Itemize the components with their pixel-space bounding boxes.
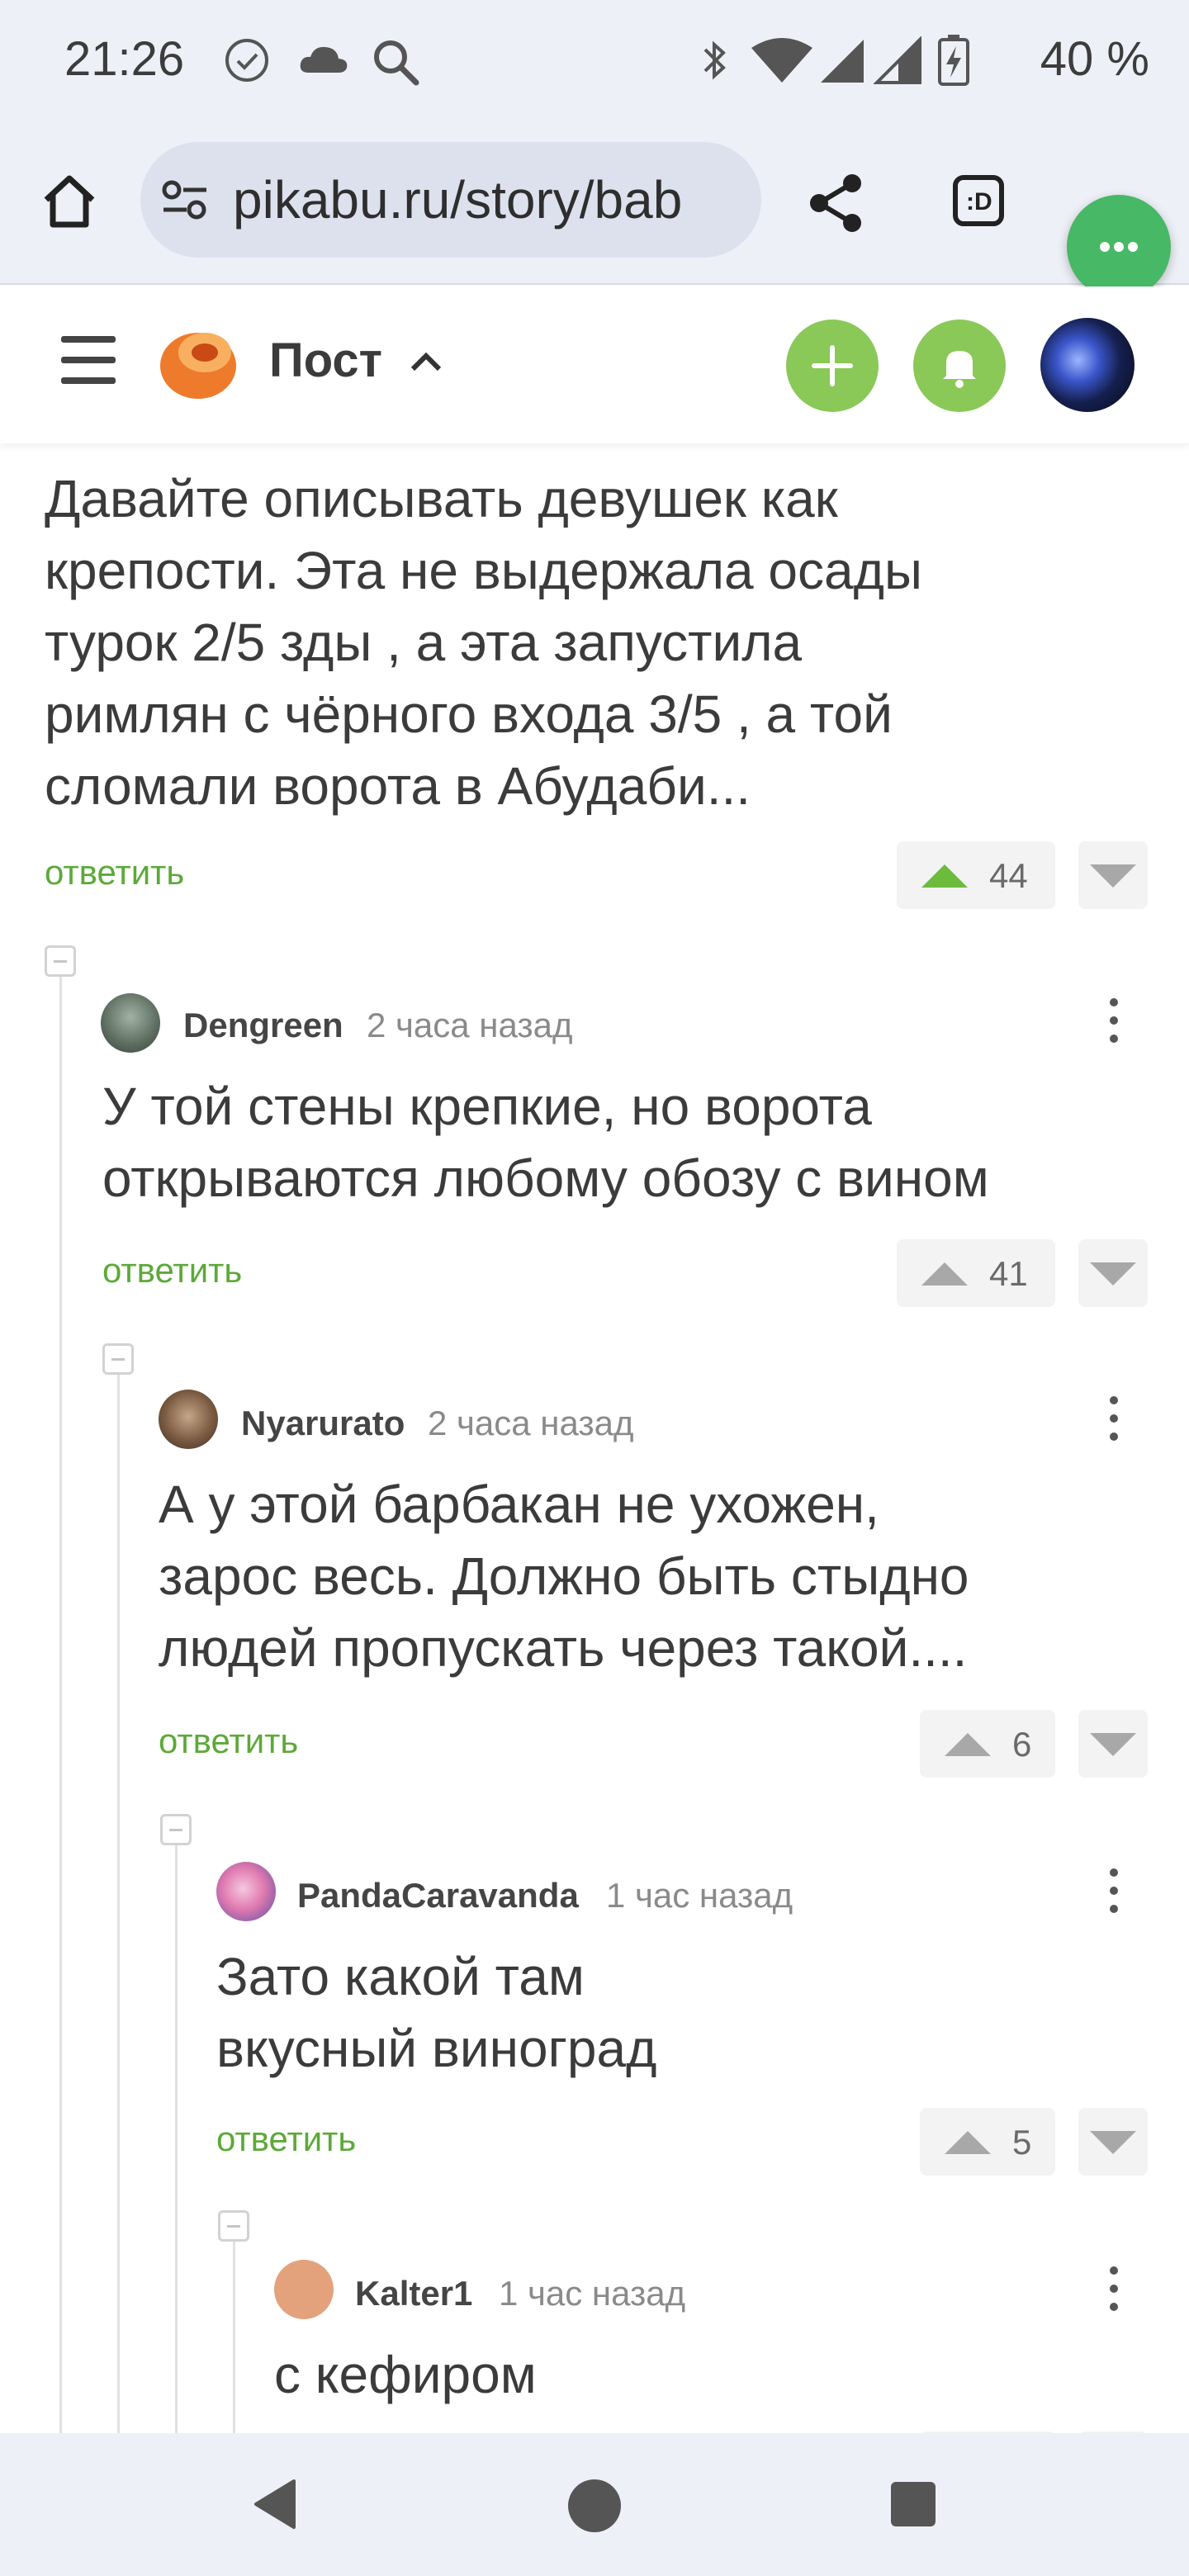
comment-menu-icon[interactable] (1110, 998, 1120, 1053)
arrow-up-icon (945, 2131, 991, 2154)
signal-icon (821, 40, 864, 83)
more-menu-icon[interactable] (1067, 195, 1171, 299)
reply-link[interactable]: ответить (102, 1251, 242, 1290)
battery-charging-icon (938, 35, 969, 86)
upvote-button[interactable]: 44 (897, 841, 1055, 909)
downvote-button[interactable] (1078, 2108, 1148, 2176)
signal-icon (874, 36, 921, 84)
check-circle-icon (225, 39, 268, 82)
collapse-thread-button[interactable] (45, 945, 76, 977)
comment-author[interactable]: Nyarurato (241, 1404, 405, 1443)
arrow-down-icon (1090, 864, 1136, 888)
upvote-button[interactable]: 41 (897, 1239, 1055, 1307)
add-post-button[interactable] (786, 320, 879, 412)
back-icon[interactable] (251, 2478, 299, 2531)
comment-menu-icon[interactable] (1110, 1396, 1120, 1451)
avatar[interactable] (216, 1862, 276, 1921)
post-title[interactable]: Пост (269, 333, 382, 388)
comment-author[interactable]: PandaCaravanda (297, 1876, 579, 1915)
comment-author[interactable]: Dengreen (183, 1006, 343, 1045)
url-text[interactable]: pikabu.ru/story/bab (233, 169, 682, 230)
bluetooth-icon (703, 40, 726, 80)
downvote-button[interactable] (1078, 1710, 1148, 1778)
site-settings-icon[interactable] (160, 177, 210, 223)
arrow-up-icon (921, 864, 968, 888)
recents-square-icon[interactable] (888, 2479, 938, 2529)
collapse-thread-button[interactable] (102, 1343, 134, 1375)
avatar[interactable] (274, 2260, 334, 2319)
upvote-button[interactable]: 6 (920, 1710, 1055, 1778)
thread-line (59, 964, 62, 2433)
arrow-up-icon (945, 1733, 991, 1756)
thread-line (117, 1360, 120, 2433)
comment-menu-icon[interactable] (1110, 1868, 1120, 1923)
svg-text::D: :D (966, 188, 992, 215)
avatar[interactable] (101, 993, 160, 1053)
user-avatar[interactable] (1040, 318, 1135, 412)
comment-menu-icon[interactable] (1110, 2266, 1120, 2321)
plus-icon (812, 345, 853, 386)
vote-count: 5 (1012, 2123, 1032, 2162)
site-header: Пост (0, 286, 1189, 443)
vote-count: 41 (989, 1254, 1028, 1293)
comments-area: Давайте описывать девушек как крепости. … (0, 443, 1189, 2433)
arrow-up-icon (921, 1262, 968, 1286)
browser-toolbar: pikabu.ru/story/bab :D (0, 124, 1189, 285)
cloud-icon (300, 46, 348, 73)
home-icon[interactable] (40, 172, 99, 231)
downvote-button[interactable] (1078, 841, 1148, 909)
wifi-icon (751, 38, 812, 83)
comment-text: У той стены крепкие, но ворота открывают… (102, 1077, 989, 1208)
avatar[interactable] (159, 1390, 218, 1449)
collapse-thread-button[interactable] (218, 2210, 249, 2242)
vote-count: 44 (989, 856, 1028, 895)
comment-text: Зато какой там вкусный виноград (216, 1947, 657, 2078)
pikabu-logo-icon[interactable] (157, 321, 243, 404)
reply-link[interactable]: ответить (159, 1721, 298, 1761)
hamburger-icon[interactable] (61, 334, 116, 386)
comment-author[interactable]: Kalter1 (355, 2274, 472, 2313)
home-circle-icon[interactable] (566, 2478, 623, 2534)
reply-link[interactable]: ответить (216, 2119, 356, 2159)
status-bar: 21:26 40 % (0, 0, 1189, 124)
bell-icon (943, 351, 976, 388)
url-bar[interactable]: pikabu.ru/story/bab (140, 142, 761, 258)
search-icon (374, 40, 419, 86)
arrow-down-icon (1090, 2131, 1136, 2154)
system-nav-bar (0, 2433, 1189, 2576)
reply-link[interactable]: ответить (45, 853, 184, 893)
collapse-thread-button[interactable] (160, 1814, 192, 1845)
upvote-button[interactable]: 5 (920, 2108, 1055, 2176)
arrow-down-icon (1090, 1262, 1136, 1286)
thread-line (175, 1830, 178, 2433)
comment-text: с кефиром (274, 2345, 537, 2404)
comment-time: 1 час назад (499, 2274, 686, 2313)
comment-text: А у этой барбакан не ухожен, зарос весь.… (159, 1475, 969, 1678)
status-time: 21:26 (64, 32, 185, 86)
parent-comment-text: Давайте описывать девушек как крепости. … (45, 469, 922, 816)
share-icon[interactable] (808, 172, 865, 234)
chevron-up-icon[interactable] (410, 349, 443, 372)
thread-line (233, 2227, 235, 2433)
arrow-down-icon (1090, 1733, 1136, 1756)
comment-time: 2 часа назад (367, 1006, 573, 1044)
notifications-button[interactable] (913, 320, 1006, 412)
vote-count: 6 (1012, 1725, 1032, 1764)
comment-time: 2 часа назад (428, 1404, 634, 1442)
comment-time: 1 час назад (606, 1876, 793, 1915)
downvote-button[interactable] (1078, 1239, 1148, 1307)
battery-percent: 40 % (1040, 32, 1149, 86)
reader-mode-icon[interactable]: :D (951, 173, 1006, 228)
